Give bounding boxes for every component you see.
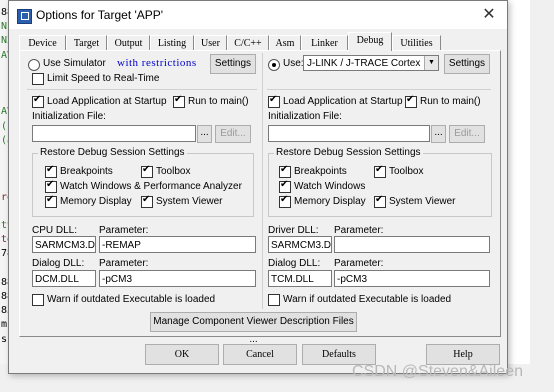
tab-user[interactable]: User (194, 35, 227, 51)
cpu-dll-input[interactable]: SARMCM3.DLL (32, 236, 96, 253)
driver-param-input[interactable] (334, 236, 490, 253)
right-dialog-dll-label: Dialog DLL: (268, 258, 321, 269)
left-separator (27, 89, 257, 90)
tab-target[interactable]: Target (66, 35, 107, 51)
tab-c-c-[interactable]: C/C++ (227, 35, 269, 51)
use-debugger-radio[interactable] (268, 59, 280, 71)
left-memory-checkbox[interactable] (45, 194, 57, 208)
tab-device[interactable]: Device (19, 35, 66, 51)
left-breakpoints-checkbox[interactable] (45, 164, 57, 178)
left-browse-button[interactable]: ... (197, 125, 212, 143)
left-system-viewer-checkbox[interactable] (141, 194, 153, 208)
right-memory-label: Memory Display (294, 196, 366, 207)
tab-listing[interactable]: Listing (150, 35, 194, 51)
use-label: Use: (283, 58, 304, 69)
use-simulator-radio[interactable] (28, 59, 40, 71)
left-breakpoints-label: Breakpoints (60, 166, 113, 177)
right-load-app-checkbox[interactable] (268, 94, 280, 108)
watermark-text: CSDN @Steven&Aileen (352, 363, 523, 380)
right-breakpoints-label: Breakpoints (294, 166, 347, 177)
title-bar: Options for Target 'APP' ✕ (9, 1, 507, 29)
right-warn-label: Warn if outdated Executable is loaded (283, 294, 452, 305)
help-button[interactable]: Help (426, 344, 500, 365)
right-edit-button[interactable]: Edit... (449, 125, 485, 143)
left-init-file-label: Initialization File: (32, 111, 106, 122)
dialog-title: Options for Target 'APP' (36, 8, 164, 22)
left-edit-button[interactable]: Edit... (215, 125, 251, 143)
left-run-to-main-label: Run to main() (188, 96, 249, 107)
chevron-down-icon[interactable]: ▼ (424, 56, 438, 70)
right-dialog-param-label: Parameter: (334, 258, 384, 269)
left-restore-group-title: Restore Debug Session Settings (38, 147, 187, 158)
defaults-button[interactable]: Defaults (302, 344, 376, 365)
left-warn-checkbox[interactable] (32, 294, 44, 306)
right-run-to-main-checkbox[interactable] (405, 94, 417, 108)
left-dialog-param-label: Parameter: (99, 258, 149, 269)
left-dialog-param-input[interactable]: -pCM3 (99, 270, 256, 287)
close-icon[interactable]: ✕ (475, 5, 503, 25)
right-memory-checkbox[interactable] (279, 194, 291, 208)
tab-asm[interactable]: Asm (269, 35, 301, 51)
left-settings-button[interactable]: Settings (210, 54, 256, 74)
left-init-file-input[interactable] (32, 125, 196, 142)
driver-dll-input[interactable]: SARMCM3.DLL (268, 236, 332, 253)
right-warn-checkbox[interactable] (268, 294, 280, 306)
cpu-param-input[interactable]: -REMAP (99, 236, 256, 253)
use-simulator-label: Use Simulator (43, 58, 106, 69)
right-system-viewer-label: System Viewer (389, 196, 456, 207)
column-divider (262, 53, 263, 309)
tab-debug[interactable]: Debug (348, 32, 392, 51)
cpu-param-label: Parameter: (99, 225, 149, 236)
right-watch-checkbox[interactable] (279, 179, 291, 193)
driver-param-label: Parameter: (334, 225, 384, 236)
right-restore-group-title: Restore Debug Session Settings (274, 147, 423, 158)
driver-dll-label: Driver DLL: (268, 225, 319, 236)
debugger-select-value: J-LINK / J-TRACE Cortex (307, 58, 421, 69)
background-right (530, 0, 554, 392)
ok-button[interactable]: OK (145, 344, 219, 365)
right-separator (267, 89, 491, 90)
cpu-dll-label: CPU DLL: (32, 225, 78, 236)
right-settings-button[interactable]: Settings (444, 54, 490, 74)
left-toolbox-label: Toolbox (156, 166, 191, 177)
left-dialog-dll-input[interactable]: DCM.DLL (32, 270, 96, 287)
left-warn-label: Warn if outdated Executable is loaded (47, 294, 216, 305)
options-dialog: Options for Target 'APP' ✕ Device Target O… (8, 0, 508, 374)
right-load-app-label: Load Application at Startup (283, 96, 403, 107)
right-browse-button[interactable]: ... (431, 125, 446, 143)
left-load-app-checkbox[interactable] (32, 94, 44, 108)
left-memory-label: Memory Display (60, 196, 132, 207)
left-load-app-label: Load Application at Startup (47, 96, 167, 107)
right-init-file-input[interactable] (268, 125, 430, 142)
app-icon (17, 9, 32, 24)
left-system-viewer-label: System Viewer (156, 196, 223, 207)
right-watch-label: Watch Windows (294, 181, 366, 192)
right-system-viewer-checkbox[interactable] (374, 194, 386, 208)
tab-utilities[interactable]: Utilities (392, 35, 441, 51)
right-toolbox-checkbox[interactable] (374, 164, 386, 178)
right-run-to-main-label: Run to main() (420, 96, 481, 107)
left-watch-checkbox[interactable] (45, 179, 57, 193)
right-dialog-param-input[interactable]: -pCM3 (334, 270, 490, 287)
limit-speed-checkbox[interactable] (32, 73, 44, 85)
left-dialog-dll-label: Dialog DLL: (32, 258, 85, 269)
right-init-file-label: Initialization File: (268, 111, 342, 122)
debugger-select[interactable]: J-LINK / J-TRACE Cortex ▼ (303, 55, 439, 71)
tab-output[interactable]: Output (107, 35, 150, 51)
right-dialog-dll-input[interactable]: TCM.DLL (268, 270, 332, 287)
cancel-button[interactable]: Cancel (223, 344, 297, 365)
left-toolbox-checkbox[interactable] (141, 164, 153, 178)
with-restrictions-link[interactable]: with restrictions (117, 57, 197, 69)
limit-speed-label: Limit Speed to Real-Time (47, 73, 160, 84)
manage-component-viewer-button[interactable]: Manage Component Viewer Description File… (150, 312, 357, 345)
left-run-to-main-checkbox[interactable] (173, 94, 185, 108)
right-breakpoints-checkbox[interactable] (279, 164, 291, 178)
tab-linker[interactable]: Linker (301, 35, 348, 51)
left-watch-label: Watch Windows & Performance Analyzer (60, 181, 242, 192)
right-toolbox-label: Toolbox (389, 166, 424, 177)
